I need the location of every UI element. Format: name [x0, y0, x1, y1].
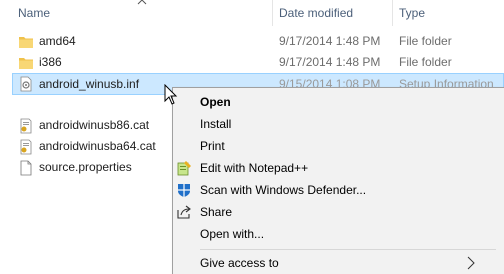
- menu-item-open-with[interactable]: Open with...: [173, 223, 504, 245]
- file-icon: [20, 160, 32, 176]
- setup-info-icon: [20, 76, 32, 92]
- column-type-header[interactable]: Type: [399, 0, 425, 26]
- sort-ascending-icon[interactable]: [137, 0, 147, 6]
- file-type: File folder: [399, 34, 452, 48]
- file-name: i386: [39, 55, 62, 69]
- column-header: Name Date modified Type: [0, 0, 504, 26]
- security-catalog-icon: [20, 118, 32, 134]
- menu-item-give-access[interactable]: Give access to: [173, 252, 504, 274]
- file-name: androidwinusba64.cat: [39, 139, 156, 153]
- file-name: amd64: [39, 34, 76, 48]
- file-date: 9/17/2014 1:48 PM: [279, 34, 381, 48]
- column-date-header[interactable]: Date modified: [279, 0, 353, 26]
- file-row-amd64[interactable]: amd64 9/17/2014 1:48 PM File folder: [12, 31, 504, 52]
- folder-icon: [19, 37, 33, 48]
- file-name: source.properties: [39, 160, 132, 174]
- menu-item-scan-defender[interactable]: Scan with Windows Defender...: [173, 179, 504, 201]
- menu-item-share[interactable]: Share: [173, 201, 504, 223]
- mouse-cursor-icon: [164, 84, 178, 105]
- security-catalog-icon: [20, 139, 32, 155]
- file-name: android_winusb.inf: [39, 77, 140, 91]
- file-date: 9/17/2014 1:48 PM: [279, 55, 381, 69]
- chevron-right-icon: [467, 256, 475, 270]
- file-row-i386[interactable]: i386 9/17/2014 1:48 PM File folder: [12, 52, 504, 73]
- folder-icon: [19, 58, 33, 69]
- share-icon: [177, 205, 191, 219]
- menu-item-edit-notepadpp[interactable]: Edit with Notepad++: [173, 157, 504, 179]
- menu-item-print[interactable]: Print: [173, 135, 504, 157]
- windows-defender-icon: [178, 184, 190, 197]
- file-type: File folder: [399, 55, 452, 69]
- menu-separator: [200, 249, 496, 250]
- menu-item-open[interactable]: Open: [173, 91, 504, 113]
- file-name: androidwinusb86.cat: [39, 118, 150, 132]
- notepadpp-icon: [177, 161, 191, 176]
- column-divider[interactable]: [272, 0, 273, 26]
- menu-item-install[interactable]: Install: [173, 113, 504, 135]
- column-name-header[interactable]: Name: [18, 0, 50, 26]
- context-menu: Open Install Print Edit with Notepad++ S…: [172, 87, 504, 274]
- column-divider[interactable]: [392, 0, 393, 26]
